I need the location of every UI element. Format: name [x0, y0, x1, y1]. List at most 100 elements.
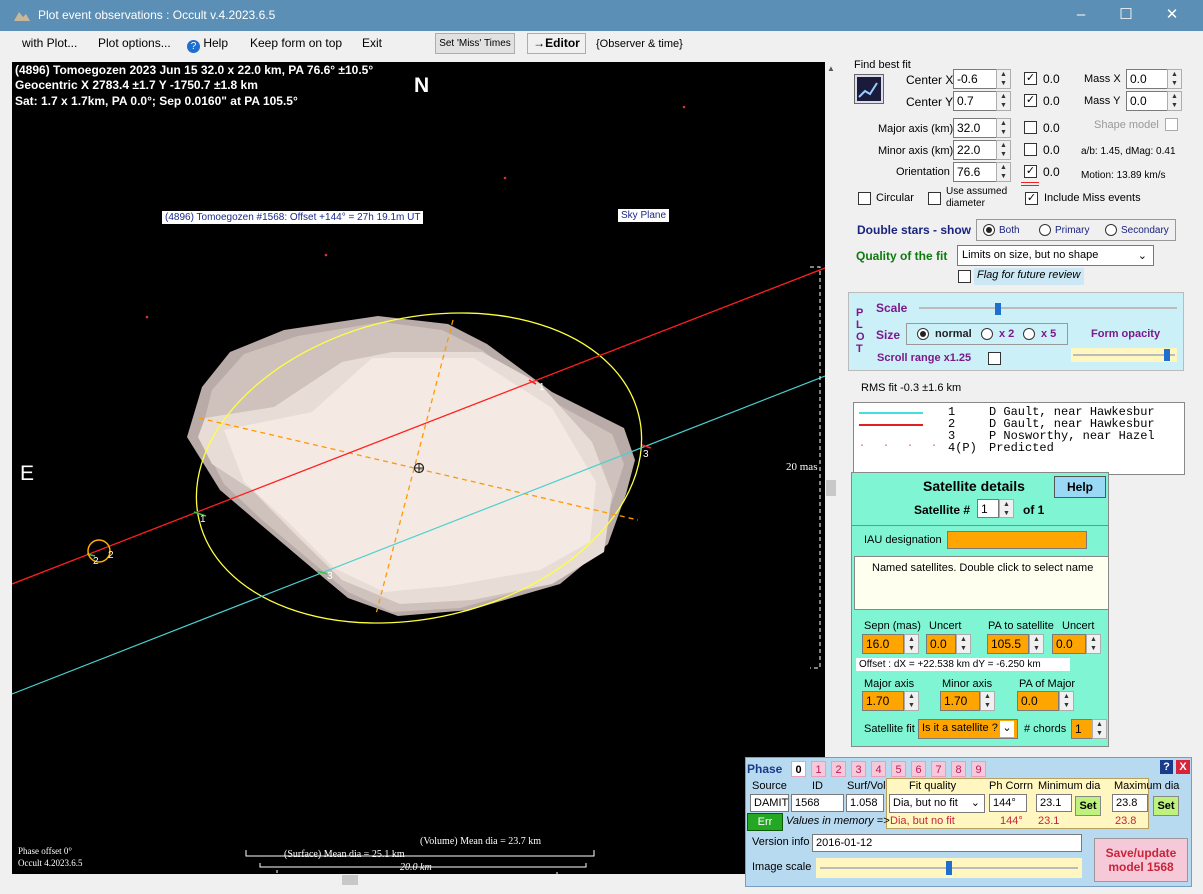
minimize-icon[interactable]: –	[1068, 4, 1094, 26]
observer-legend-list[interactable]: 1 D Gault, near Hawkesbur 2 D Gault, nea…	[853, 402, 1185, 475]
pa-uncert-spinner[interactable]: ▲ ▼	[1086, 634, 1101, 654]
max-dia-input[interactable]: 23.8	[1112, 794, 1148, 812]
menu-with-plot[interactable]: with Plot...	[22, 36, 77, 50]
phase-close-icon[interactable]: X	[1176, 760, 1190, 774]
center-x-checkbox[interactable]: ✓	[1024, 72, 1037, 85]
max-dia-set-button[interactable]: Set	[1153, 796, 1179, 816]
chords-input[interactable]: 1	[1071, 719, 1093, 739]
minor-axis-checkbox[interactable]	[1024, 143, 1037, 156]
phase-2-button[interactable]: 2	[831, 761, 846, 777]
orientation-input[interactable]: 76.6	[953, 162, 998, 182]
fit-quality-dropdown[interactable]: Dia, but no fit ⌄	[889, 794, 985, 813]
pa-satellite-input[interactable]: 105.5	[987, 634, 1029, 654]
err-button[interactable]: Err	[747, 813, 783, 831]
orientation-checkbox[interactable]: ✓	[1024, 165, 1037, 178]
sepn-spinner[interactable]: ▲ ▼	[904, 634, 919, 654]
sat-pa-major-spinner[interactable]: ▲ ▼	[1059, 691, 1074, 711]
pa-satellite-spinner[interactable]: ▲ ▼	[1029, 634, 1044, 654]
pa-uncert-input[interactable]: 0.0	[1052, 634, 1086, 654]
center-y-checkbox[interactable]: ✓	[1024, 94, 1037, 107]
center-y-input[interactable]: 0.7	[953, 91, 998, 111]
min-dia-input[interactable]: 23.1	[1036, 794, 1072, 812]
sepn-uncert-spinner[interactable]: ▲ ▼	[956, 634, 971, 654]
size-normal-radio[interactable]	[917, 328, 929, 340]
menu-keep-form-on-top[interactable]: Keep form on top	[250, 36, 342, 50]
satellite-number-spinner[interactable]: ▲ ▼	[999, 499, 1014, 518]
menu-help[interactable]: ? Help	[187, 36, 228, 53]
size-x2-radio[interactable]	[981, 328, 993, 340]
center-x-input[interactable]: -0.6	[953, 69, 998, 89]
phase-7-button[interactable]: 7	[931, 761, 946, 777]
mass-y-spinner[interactable]: ▲ ▼	[1167, 91, 1182, 111]
phase-3-button[interactable]: 3	[851, 761, 866, 777]
phase-title: Phase	[747, 762, 783, 776]
min-dia-set-button[interactable]: Set	[1075, 796, 1101, 816]
ph-corrn-input[interactable]: 144°	[989, 794, 1027, 812]
secondary-radio[interactable]	[1105, 224, 1117, 236]
satellite-number-input[interactable]: 1	[977, 499, 999, 518]
mass-y-input[interactable]: 0.0	[1126, 91, 1168, 111]
opacity-slider-thumb[interactable]	[1164, 349, 1171, 361]
menu-plot-options[interactable]: Plot options...	[98, 36, 171, 50]
satellite-help-button[interactable]: Help	[1054, 476, 1106, 498]
iau-designation-input[interactable]	[947, 531, 1087, 549]
major-axis-spinner[interactable]: ▲ ▼	[996, 118, 1011, 138]
orientation-spinner[interactable]: ▲ ▼	[996, 162, 1011, 182]
chords-spinner[interactable]: ▲ ▼	[1092, 719, 1107, 739]
phase-1-button[interactable]: 1	[811, 761, 826, 777]
plot-horizontal-scrollbar[interactable]	[12, 874, 825, 886]
flag-review-checkbox[interactable]	[958, 270, 971, 283]
circular-checkbox[interactable]	[858, 192, 871, 205]
phase-4-button[interactable]: 4	[871, 761, 886, 777]
sat-major-input[interactable]: 1.70	[862, 691, 904, 711]
sepn-uncert-input[interactable]: 0.0	[926, 634, 956, 654]
image-scale-slider-thumb[interactable]	[946, 861, 952, 875]
sat-major-spinner[interactable]: ▲ ▼	[904, 691, 919, 711]
quality-dropdown[interactable]: Limits on size, but no shape ⌄	[957, 245, 1154, 266]
menu-exit[interactable]: Exit	[362, 36, 382, 50]
both-radio[interactable]	[983, 224, 995, 236]
scale-slider-thumb[interactable]	[994, 303, 1001, 315]
version-info-input[interactable]: 2016-01-12	[812, 834, 1082, 852]
primary-radio[interactable]	[1039, 224, 1051, 236]
phase-8-button[interactable]: 8	[951, 761, 966, 777]
include-miss-checkbox[interactable]: ✓	[1025, 192, 1038, 205]
observer-time-label[interactable]: {Observer & time}	[596, 38, 683, 50]
shape-model-checkbox[interactable]	[1165, 118, 1178, 131]
major-axis-input[interactable]: 32.0	[953, 118, 998, 138]
scroll-up-icon[interactable]: ▲	[827, 64, 835, 73]
major-axis-checkbox[interactable]	[1024, 121, 1037, 134]
minor-axis-spinner[interactable]: ▲ ▼	[996, 140, 1011, 160]
scroll-range-checkbox[interactable]	[988, 352, 1001, 365]
phase-help-icon[interactable]: ?	[1160, 760, 1173, 774]
use-assumed-checkbox[interactable]	[928, 192, 941, 205]
hscroll-thumb[interactable]	[342, 875, 358, 885]
phase-0-button[interactable]: 0	[791, 761, 806, 777]
close-icon[interactable]: ✕	[1159, 4, 1185, 26]
phase-6-button[interactable]: 6	[911, 761, 926, 777]
image-scale-slider[interactable]	[816, 858, 1082, 878]
scroll-thumb[interactable]	[826, 480, 836, 496]
minor-axis-input[interactable]: 22.0	[953, 140, 998, 160]
center-y-spinner[interactable]: ▲ ▼	[996, 91, 1011, 111]
save-update-model-button[interactable]: Save/update model 1568	[1094, 838, 1188, 882]
sat-minor-input[interactable]: 1.70	[940, 691, 980, 711]
sat-pa-major-input[interactable]: 0.0	[1017, 691, 1059, 711]
plot-canvas[interactable]: (4896) Tomoegozen 2023 Jun 15 32.0 x 22.…	[12, 62, 825, 882]
phase-5-button[interactable]: 5	[891, 761, 906, 777]
mass-x-spinner[interactable]: ▲ ▼	[1167, 69, 1182, 89]
sepn-input[interactable]: 16.0	[862, 634, 904, 654]
size-x5-radio[interactable]	[1023, 328, 1035, 340]
named-satellites-list[interactable]: Named satellites. Double click to select…	[854, 556, 1109, 610]
center-x-spinner[interactable]: ▲ ▼	[996, 69, 1011, 89]
scale-slider[interactable]	[919, 303, 1177, 315]
opacity-slider[interactable]	[1071, 348, 1177, 362]
set-miss-times-button[interactable]: Set 'Miss' Times	[435, 33, 515, 54]
best-fit-button[interactable]	[854, 74, 884, 104]
maximize-icon[interactable]: ☐	[1113, 4, 1139, 26]
phase-9-button[interactable]: 9	[971, 761, 986, 777]
sat-minor-spinner[interactable]: ▲ ▼	[980, 691, 995, 711]
mass-x-input[interactable]: 0.0	[1126, 69, 1168, 89]
editor-button[interactable]: →Editor	[527, 33, 586, 54]
satellite-fit-dropdown[interactable]: Is it a satellite ? ⌄	[918, 719, 1018, 739]
